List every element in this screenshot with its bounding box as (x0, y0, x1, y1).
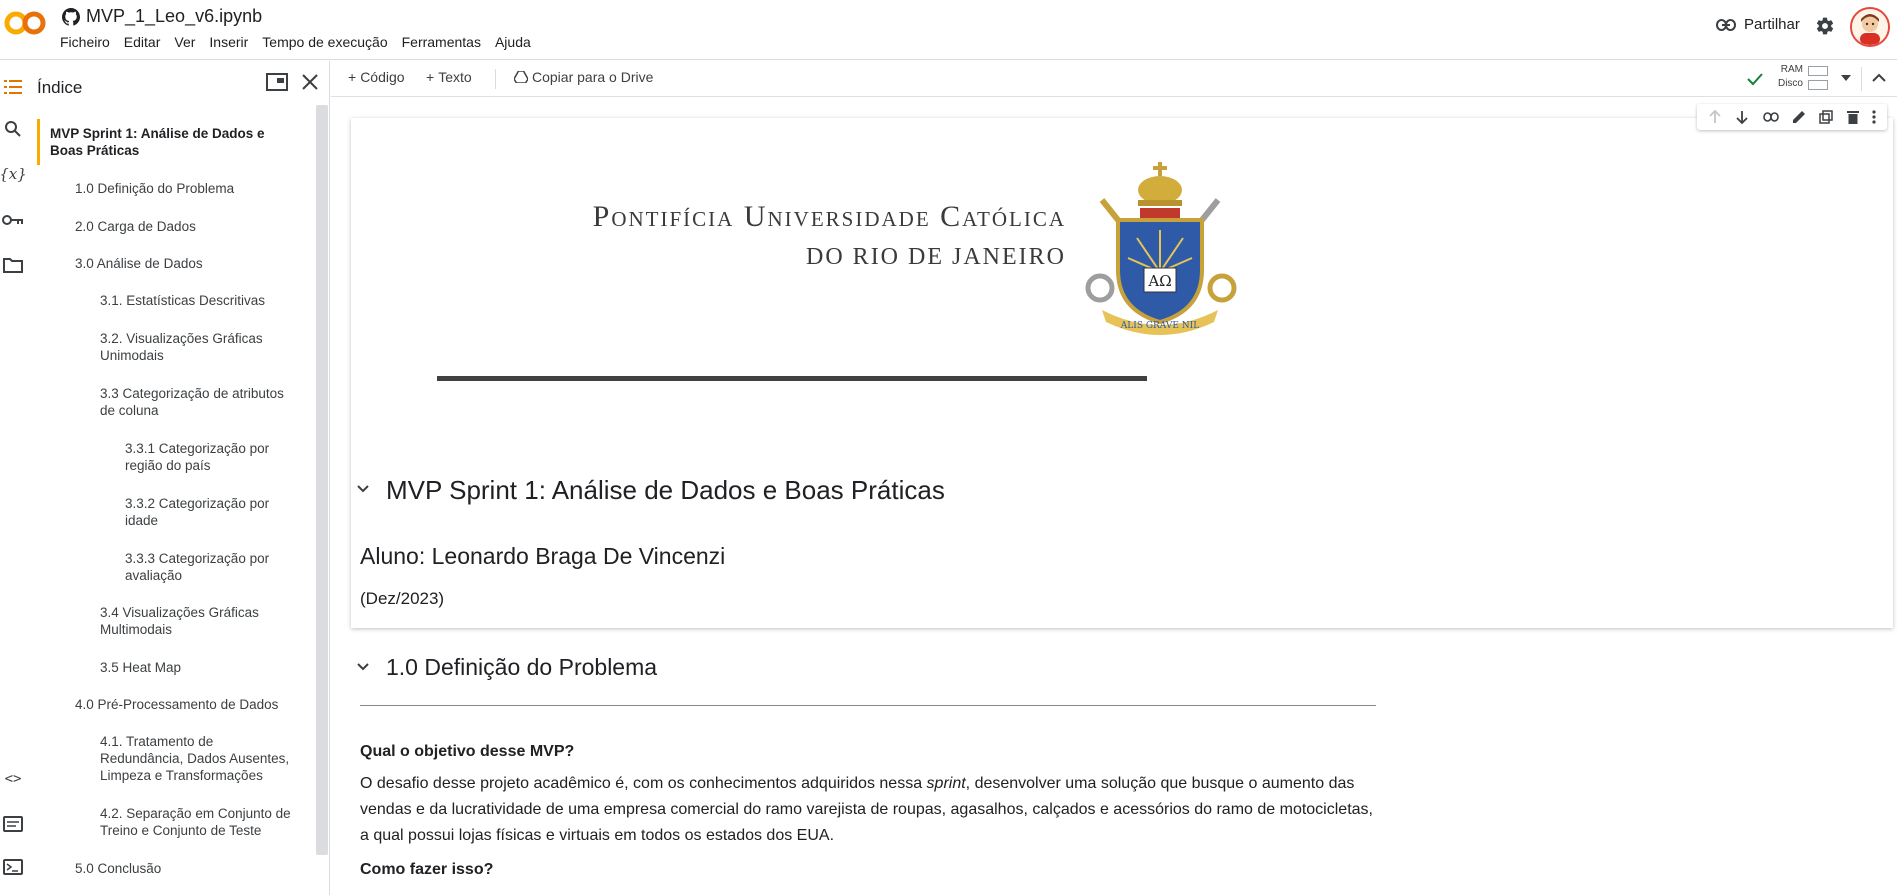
menu-ver[interactable]: Ver (174, 34, 195, 50)
toc-item-conclusao[interactable]: 5.0 Conclusão (75, 860, 285, 877)
share-button[interactable]: Partilhar (1716, 16, 1800, 33)
question-como: Como fazer isso? (360, 861, 494, 878)
section-heading-definicao: 1.0 Definição do Problema (386, 654, 658, 680)
toc-item-visualizacoes-unimodais[interactable]: 3.2. Visualizações Gráficas Unimodais (100, 330, 280, 364)
copy-to-drive-button[interactable]: Copiar para o Drive (514, 69, 653, 85)
delete-icon[interactable] (1846, 110, 1859, 124)
code-snippets-icon[interactable]: <> (0, 766, 26, 792)
toc-title: Índice (37, 78, 83, 97)
add-text-label: Texto (438, 69, 472, 85)
app-header: MVP_1_Leo_v6.ipynb Ficheiro Editar Ver I… (0, 0, 1897, 60)
disk-label: Disco (1777, 78, 1803, 89)
variables-icon[interactable]: {x} (0, 161, 27, 187)
terminal-icon[interactable] (0, 854, 26, 880)
section-heading-mvp: MVP Sprint 1: Análise de Dados e Boas Pr… (386, 475, 945, 505)
puc-rio-logo: Pontifícia Universidade Católica do Rio … (446, 160, 1246, 340)
toc-active-indicator (37, 119, 40, 165)
ram-bar (1808, 66, 1828, 76)
ram-label: RAM (1780, 64, 1803, 75)
toc-item-separacao[interactable]: 4.2. Separação em Conjunto de Treino e C… (100, 805, 300, 839)
menu-ajuda[interactable]: Ajuda (495, 34, 531, 50)
paragraph-line-2: vendas e da lucratividade de uma empresa… (360, 801, 1373, 818)
horizontal-rule (437, 376, 1147, 381)
chevron-up-icon[interactable] (1872, 73, 1886, 83)
menu-ficheiro[interactable]: Ficheiro (60, 34, 110, 50)
plus-icon: + (426, 69, 435, 85)
university-seal-icon: ΑΩ ALIS GRAVE NIL (1085, 162, 1237, 335)
more-options-icon[interactable] (1872, 110, 1876, 124)
collapse-chevron-icon[interactable] (357, 663, 369, 671)
collapse-chevron-icon[interactable] (357, 485, 369, 493)
avatar-image (1852, 9, 1888, 45)
table-of-contents-panel: Índice MVP Sprint 1: Análise de Dados e … (30, 61, 330, 895)
toc-item-analise[interactable]: 3.0 Análise de Dados (75, 255, 285, 272)
edit-icon[interactable] (1792, 110, 1806, 124)
toc-item-visualizacoes-multimodais[interactable]: 3.4 Visualizações Gráficas Multimodais (100, 604, 280, 638)
key-icon[interactable] (0, 207, 26, 233)
cell-toolbar (1697, 104, 1887, 130)
open-in-tab-icon[interactable] (266, 73, 288, 91)
horizontal-rule (360, 705, 1376, 706)
menu-ferramentas[interactable]: Ferramentas (402, 34, 481, 50)
menu-editar[interactable]: Editar (124, 34, 161, 50)
resources-indicator[interactable]: RAM Disco (1741, 63, 1881, 95)
move-up-icon[interactable] (1708, 110, 1722, 124)
move-down-icon[interactable] (1735, 110, 1749, 124)
add-code-label: Código (360, 69, 405, 85)
folder-icon[interactable] (0, 252, 26, 278)
toc-item-estatisticas[interactable]: 3.1. Estatísticas Descritivas (100, 292, 300, 309)
toc-item-definicao[interactable]: 1.0 Definição do Problema (75, 180, 285, 197)
seal-alpha-omega: ΑΩ (1147, 272, 1171, 290)
link-icon[interactable] (1762, 112, 1779, 122)
plus-icon: + (348, 69, 357, 85)
toc-item-pre-processamento[interactable]: 4.0 Pré-Processamento de Dados (75, 696, 305, 713)
disk-bar (1808, 80, 1828, 90)
toc-item-categorizacao-regiao[interactable]: 3.3.1 Categorização por região do país (125, 440, 285, 474)
add-text-button[interactable]: + Texto (426, 69, 472, 85)
toc-item-categorizacao-avaliacao[interactable]: 3.3.3 Categorização por avaliação (125, 550, 285, 584)
logo-line-2: do Rio de Janeiro (806, 244, 1066, 270)
close-icon[interactable] (301, 73, 319, 91)
toc-item-categorizacao[interactable]: 3.3 Categorização de atributos de coluna (100, 385, 290, 419)
date-text: (Dez/2023) (360, 589, 445, 608)
avatar[interactable] (1850, 7, 1890, 47)
toc-icon[interactable] (0, 74, 26, 100)
notebook-title-row: MVP_1_Leo_v6.ipynb (62, 6, 262, 27)
toc-item-heat-map[interactable]: 3.5 Heat Map (100, 659, 280, 676)
paragraph-line-3: a qual possui lojas físicas e virtuais e… (360, 827, 835, 844)
toc-scrollbar[interactable] (316, 105, 328, 855)
notebook-title[interactable]: MVP_1_Leo_v6.ipynb (86, 6, 262, 27)
connected-check-icon (1747, 73, 1763, 86)
question-objetivo: Qual o objetivo desse MVP? (360, 743, 575, 760)
menu-inserir[interactable]: Inserir (209, 34, 248, 50)
paragraph-line-1: O desafio desse projeto acadêmico é, com… (360, 775, 1355, 792)
gear-icon[interactable] (1815, 16, 1835, 36)
logo-line-1: Pontifícia Universidade Católica (592, 200, 1066, 233)
menu-runtime[interactable]: Tempo de execução (262, 34, 387, 50)
student-name: Aluno: Leonardo Braga De Vincenzi (360, 543, 726, 569)
colab-logo[interactable] (4, 10, 46, 36)
search-icon[interactable] (0, 116, 26, 142)
toc-item-carga[interactable]: 2.0 Carga de Dados (75, 218, 285, 235)
drive-icon (514, 71, 528, 83)
seal-motto: ALIS GRAVE NIL (1120, 321, 1199, 331)
link-icon (1716, 18, 1736, 31)
share-label: Partilhar (1744, 16, 1800, 33)
github-icon[interactable] (62, 7, 80, 26)
toolbar-divider (495, 69, 496, 89)
toc-item-mvp-sprint[interactable]: MVP Sprint 1: Análise de Dados e Boas Pr… (50, 125, 280, 159)
side-rail: {x} <> (0, 61, 30, 895)
toolbar-divider (1861, 67, 1862, 91)
menu-bar: Ficheiro Editar Ver Inserir Tempo de exe… (60, 34, 531, 50)
notebook-toolbar: + Código + Texto Copiar para o Drive RAM… (331, 61, 1897, 97)
chevron-down-icon[interactable] (1841, 75, 1851, 81)
toc-item-tratamento[interactable]: 4.1. Tratamento de Redundância, Dados Au… (100, 733, 300, 784)
add-code-button[interactable]: + Código (348, 69, 405, 85)
command-palette-icon[interactable] (0, 811, 26, 837)
mirror-cell-icon[interactable] (1819, 110, 1834, 124)
toc-item-categorizacao-idade[interactable]: 3.3.2 Categorização por idade (125, 495, 285, 529)
copy-to-drive-label: Copiar para o Drive (532, 69, 654, 85)
